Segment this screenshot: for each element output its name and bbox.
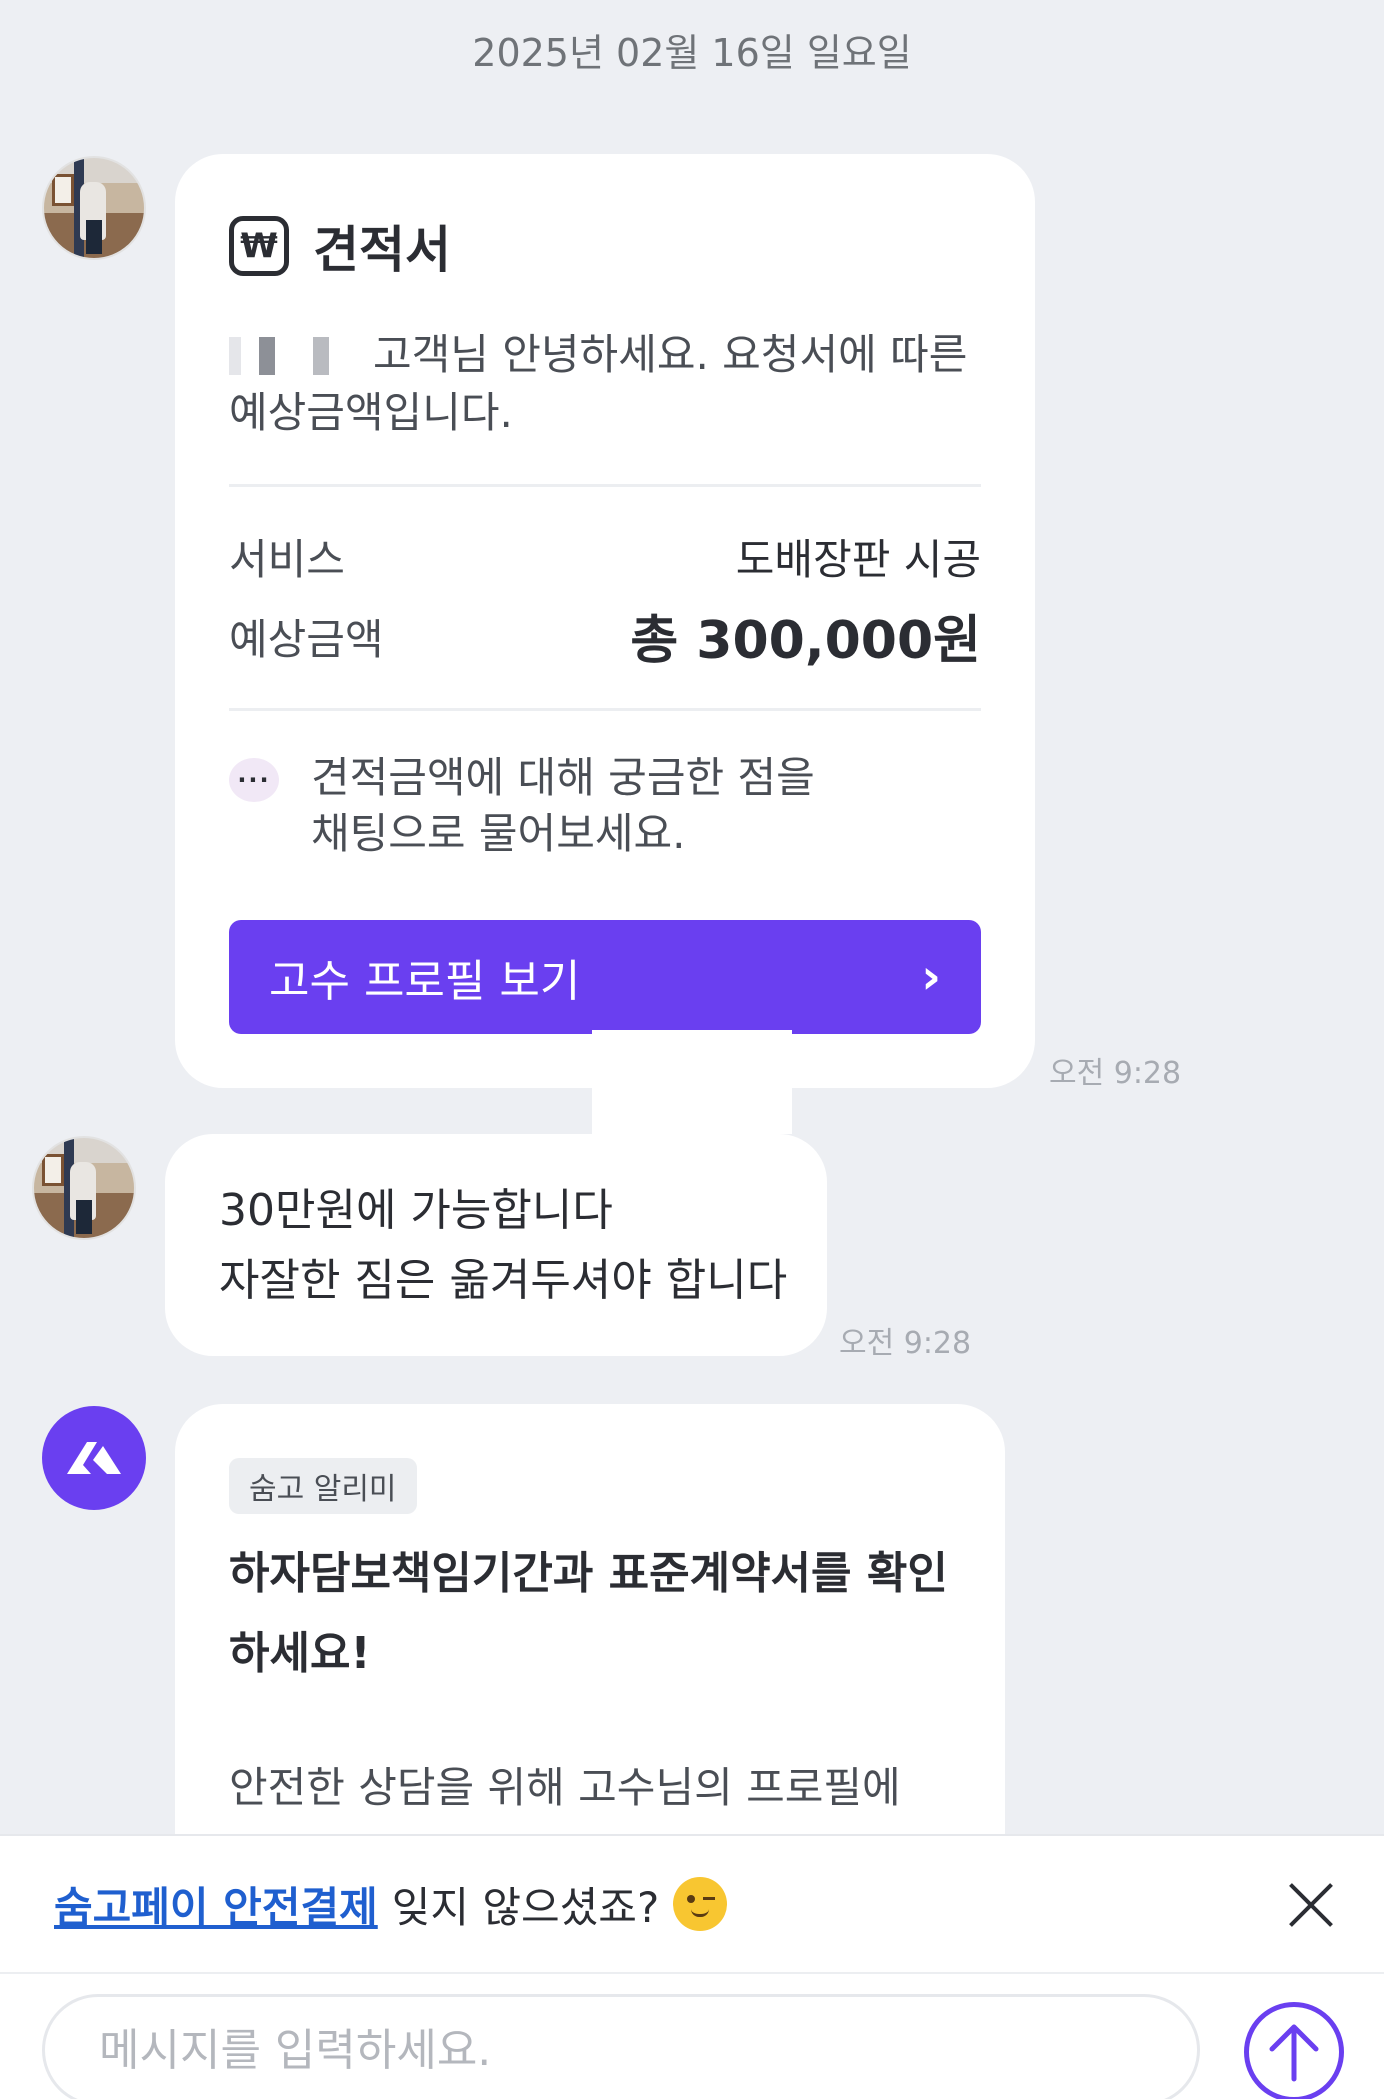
divider — [229, 484, 981, 487]
soomgo-logo-icon[interactable] — [42, 1406, 146, 1510]
won-icon: ₩ — [229, 216, 289, 276]
chat-screen: 2025년 02월 16일 일요일 ₩ 견적서 고객님 안녕하세요. 요청서에 … — [0, 0, 1384, 2099]
question-line1: 견적금액에 대해 궁금한 점을 — [311, 753, 815, 802]
service-label: 서비스 — [229, 535, 345, 584]
close-icon[interactable] — [1282, 1876, 1340, 1934]
message-bubble: 30만원에 가능합니다 자잘한 짐은 옮겨두셔야 합니다 — [165, 1134, 827, 1356]
notice-body: 안전한 상담을 위해 고수님의 프로필에 — [229, 1763, 901, 1812]
date-header: 2025년 02월 16일 일요일 — [472, 31, 912, 75]
quote-intro-text: 고객님 안녕하세요. 요청서에 따른 — [373, 330, 968, 379]
safe-payment-banner: 숨고페이 안전결제 잊지 않으셨죠? — [0, 1834, 1384, 1972]
price-label: 예상금액 — [229, 615, 384, 664]
banner-text: 잊지 않으셨죠? — [391, 1882, 660, 1932]
quote-intro-line2: 예상금액입니다. — [229, 388, 513, 437]
view-profile-label: 고수 프로필 보기 — [269, 956, 581, 1007]
quote-card: ₩ 견적서 고객님 안녕하세요. 요청서에 따른 예상금액입니다. 서비스 도배… — [175, 154, 1035, 1088]
chevron-right-icon: › — [921, 949, 941, 1005]
composer — [0, 1972, 1384, 2099]
message-line1: 30만원에 가능합니다 — [219, 1185, 613, 1236]
send-button[interactable] — [1244, 2002, 1344, 2099]
quote-intro: 고객님 안녕하세요. 요청서에 따른 예상금액입니다. — [229, 326, 989, 442]
quote-title: 견적서 — [313, 221, 451, 279]
quote-title-row: ₩ 견적서 — [229, 210, 451, 282]
notice-title: 하자담보책임기간과 표준계약서를 확인 하세요! — [229, 1534, 969, 1694]
notice-title-line1: 하자담보책임기간과 표준계약서를 확인 — [229, 1548, 948, 1599]
message-time: 오전 9:28 — [839, 1326, 972, 1361]
notice-tag: 숨고 알리미 — [229, 1458, 417, 1514]
price-value: 총 300,000원 — [630, 611, 981, 671]
safe-payment-link[interactable]: 숨고페이 안전결제 — [54, 1874, 378, 1935]
message-line2: 자잘한 짐은 옮겨두셔야 합니다 — [219, 1255, 788, 1306]
message-text: 30만원에 가능합니다 자잘한 짐은 옮겨두셔야 합니다 — [219, 1176, 799, 1316]
notice-title-line2: 하세요! — [229, 1628, 371, 1679]
message-input[interactable] — [42, 1994, 1200, 2099]
view-profile-button[interactable]: 고수 프로필 보기 › — [229, 920, 981, 1034]
quote-question: 견적금액에 대해 궁금한 점을 채팅으로 물어보세요. — [311, 750, 951, 862]
wink-emoji-icon — [673, 1877, 728, 1931]
speech-bubble-icon: ··· — [229, 758, 279, 802]
arrow-up-icon — [1269, 2024, 1319, 2082]
service-value: 도배장판 시공 — [735, 535, 981, 584]
divider — [229, 708, 981, 711]
question-line2: 채팅으로 물어보세요. — [311, 809, 686, 858]
avatar[interactable] — [42, 156, 146, 260]
message-time: 오전 9:28 — [1049, 1056, 1182, 1091]
card-connector — [592, 1030, 792, 1134]
redacted-name — [229, 337, 373, 375]
avatar[interactable] — [32, 1136, 136, 1240]
